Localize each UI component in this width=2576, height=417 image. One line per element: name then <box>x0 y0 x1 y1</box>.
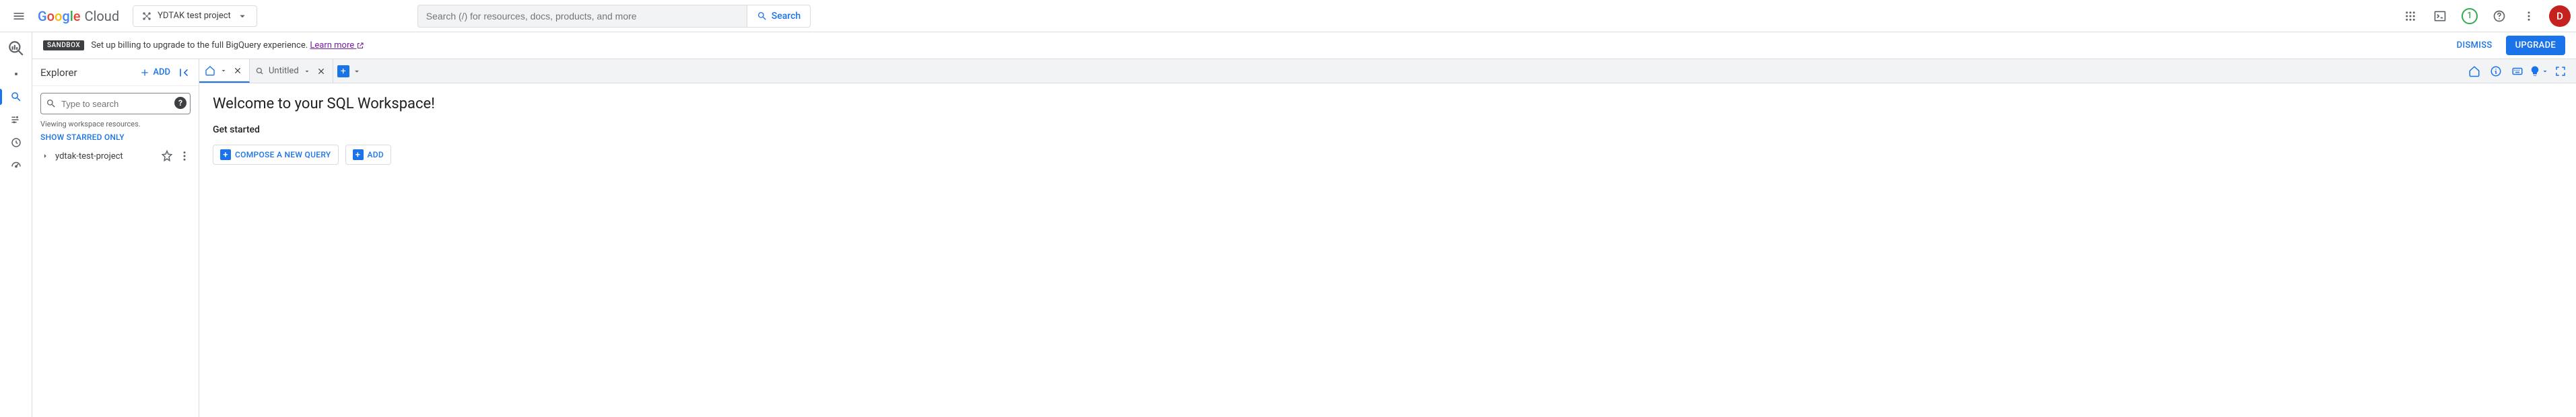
info-button[interactable] <box>2486 61 2506 81</box>
nav-menu-button[interactable] <box>5 3 32 30</box>
rail-dot[interactable] <box>3 63 30 85</box>
explorer-search-input[interactable] <box>40 93 191 114</box>
more-vert-icon <box>2523 10 2535 22</box>
search-icon <box>10 91 22 103</box>
upgrade-button[interactable]: UPGRADE <box>2506 36 2565 55</box>
project-picker[interactable]: YDTAK test project <box>133 5 257 27</box>
home-icon <box>2468 65 2480 77</box>
keyboard-icon <box>2511 65 2523 77</box>
explorer-title: Explorer <box>40 67 139 79</box>
external-link-icon <box>356 42 364 50</box>
workspace-subtitle: Get started <box>213 124 2563 135</box>
bigquery-icon <box>7 40 25 57</box>
trial-badge: 1 <box>2462 8 2478 24</box>
left-rail <box>0 32 32 417</box>
plus-icon <box>139 67 150 78</box>
chevron-down-icon[interactable] <box>352 67 362 76</box>
account-avatar[interactable]: D <box>2549 5 2571 27</box>
header-utilities: 1 D <box>2397 3 2571 30</box>
project-tree-item[interactable]: ydtak-test-project <box>40 150 191 162</box>
show-starred-link[interactable]: SHOW STARRED ONLY <box>40 132 191 142</box>
chevron-down-icon[interactable] <box>303 67 311 75</box>
home-icon <box>205 65 215 76</box>
tabbar-actions <box>2464 59 2576 83</box>
chevron-down-icon[interactable] <box>219 67 228 75</box>
chevron-down-icon <box>2541 67 2549 75</box>
google-cloud-logo[interactable]: GoogleCloud <box>38 8 119 24</box>
sandbox-banner: SANDBOX Set up billing to upgrade to the… <box>32 32 2576 59</box>
explorer-panel: Explorer ADD ? <box>32 59 199 417</box>
top-header: GoogleCloud YDTAK test project Search 1 <box>0 0 2576 32</box>
tab-untitled[interactable]: Untitled <box>250 59 333 83</box>
free-trial-status[interactable]: 1 <box>2456 3 2483 30</box>
dropdown-icon <box>236 10 248 22</box>
shortcuts-button[interactable] <box>2507 61 2528 81</box>
cloud-shell-button[interactable] <box>2427 3 2453 30</box>
more-button[interactable] <box>2515 3 2542 30</box>
search-icon <box>757 11 768 22</box>
feedback-button[interactable] <box>2529 61 2549 81</box>
terminal-icon <box>2433 9 2447 23</box>
compose-query-button[interactable]: + COMPOSE A NEW QUERY <box>213 145 339 165</box>
add-button[interactable]: + ADD <box>345 145 392 165</box>
collapse-panel-button[interactable] <box>177 66 191 79</box>
tab-home[interactable] <box>199 59 250 83</box>
sandbox-chip: SANDBOX <box>43 40 84 50</box>
viewing-text: Viewing workspace resources. <box>40 120 191 128</box>
close-icon <box>233 66 242 75</box>
project-name: YDTAK test project <box>158 11 231 21</box>
more-vert-icon <box>178 150 191 162</box>
clock-icon <box>10 137 22 149</box>
info-icon <box>2490 65 2502 77</box>
new-tab-area: + <box>333 59 366 83</box>
hamburger-icon <box>12 9 26 23</box>
tab-close-button[interactable] <box>315 65 327 77</box>
search-container: Search <box>417 5 811 28</box>
apps-icon <box>2404 10 2416 22</box>
bigquery-product-icon[interactable] <box>3 35 30 62</box>
plus-icon: + <box>220 149 231 160</box>
banner-text: Set up billing to upgrade to the full Bi… <box>91 40 364 50</box>
workspace-title: Welcome to your SQL Workspace! <box>213 96 2563 112</box>
star-button[interactable] <box>161 150 173 162</box>
search-button[interactable]: Search <box>747 5 811 28</box>
plus-icon: + <box>353 149 364 160</box>
tune-icon <box>10 114 22 126</box>
query-icon <box>255 67 265 76</box>
project-more-button[interactable] <box>178 150 191 162</box>
tab-bar: Untitled + <box>199 59 2576 83</box>
rail-bi-engine[interactable] <box>3 155 30 176</box>
lightbulb-icon <box>2529 65 2541 77</box>
home-shortcut-button[interactable] <box>2464 61 2484 81</box>
dismiss-button[interactable]: DISMISS <box>2450 36 2499 54</box>
fullscreen-icon <box>2554 65 2567 77</box>
expand-icon[interactable] <box>40 151 50 161</box>
search-icon <box>46 98 57 109</box>
fullscreen-button[interactable] <box>2550 61 2571 81</box>
search-input[interactable] <box>426 11 739 22</box>
explorer-search: ? <box>40 93 191 114</box>
rail-transfers[interactable] <box>3 109 30 130</box>
workspace-content: Welcome to your SQL Workspace! Get start… <box>199 83 2576 177</box>
workspace-panel: Untitled + <box>199 59 2576 417</box>
search-box[interactable] <box>417 5 747 28</box>
search-help-icon[interactable]: ? <box>174 97 187 109</box>
learn-more-link[interactable]: Learn more <box>310 40 364 50</box>
close-icon <box>316 67 326 76</box>
apps-button[interactable] <box>2397 3 2424 30</box>
rail-sql-workspace[interactable] <box>3 86 30 108</box>
new-tab-button[interactable]: + <box>337 65 349 77</box>
collapse-icon <box>177 66 191 79</box>
help-icon <box>2493 9 2506 23</box>
rail-scheduled[interactable] <box>3 132 30 153</box>
tab-close-button[interactable] <box>232 65 244 77</box>
explorer-add-button[interactable]: ADD <box>139 67 170 78</box>
project-icon <box>141 11 152 22</box>
star-icon <box>161 150 173 162</box>
help-button[interactable] <box>2486 3 2513 30</box>
speed-icon <box>10 159 22 172</box>
